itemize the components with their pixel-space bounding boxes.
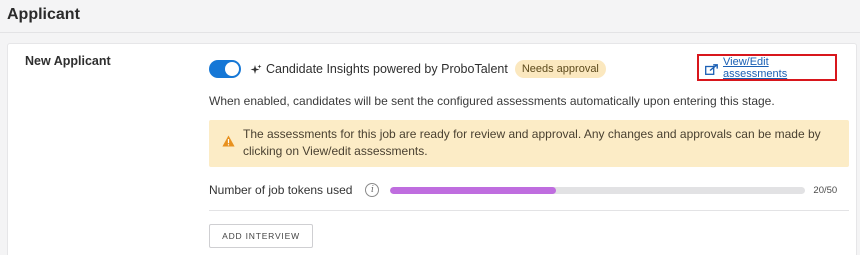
- stage-card: New Applicant Candidate Insights powered…: [7, 43, 857, 255]
- tokens-count: 20/50: [813, 184, 838, 196]
- row-divider: [209, 210, 849, 211]
- alert-line-2: clicking on View/edit assessments.: [243, 144, 428, 158]
- warning-icon: [222, 134, 235, 147]
- add-interview-button[interactable]: ADD INTERVIEW: [209, 224, 313, 248]
- sparkle-icon: [250, 63, 262, 75]
- stage-name: New Applicant: [25, 54, 111, 68]
- insights-label: Candidate Insights powered by ProboTalen…: [266, 62, 508, 76]
- section-title: Applicant: [7, 6, 80, 23]
- insights-toggle[interactable]: [209, 60, 241, 78]
- toggle-knob: [225, 62, 239, 76]
- tokens-row: Number of job tokens used i 20/50: [209, 182, 849, 198]
- view-edit-label: View/Edit assessments: [723, 55, 788, 80]
- stage-description: When enabled, candidates will be sent th…: [209, 94, 775, 108]
- info-icon[interactable]: i: [365, 183, 380, 197]
- alert-text: The assessments for this job are ready f…: [243, 126, 821, 167]
- status-badge: Needs approval: [514, 60, 606, 78]
- external-link-icon: [705, 62, 718, 75]
- tokens-progress-fill: [390, 186, 557, 194]
- view-edit-assessments-link[interactable]: View/Edit assessments: [697, 54, 837, 81]
- alert-line-1: The assessments for this job are ready f…: [243, 127, 821, 141]
- insights-row: Candidate Insights powered by ProboTalen…: [209, 59, 606, 79]
- approval-alert: The assessments for this job are ready f…: [209, 120, 849, 167]
- tokens-progress-bar: [390, 186, 806, 194]
- section-divider: [0, 32, 860, 33]
- tokens-label: Number of job tokens used: [209, 183, 353, 197]
